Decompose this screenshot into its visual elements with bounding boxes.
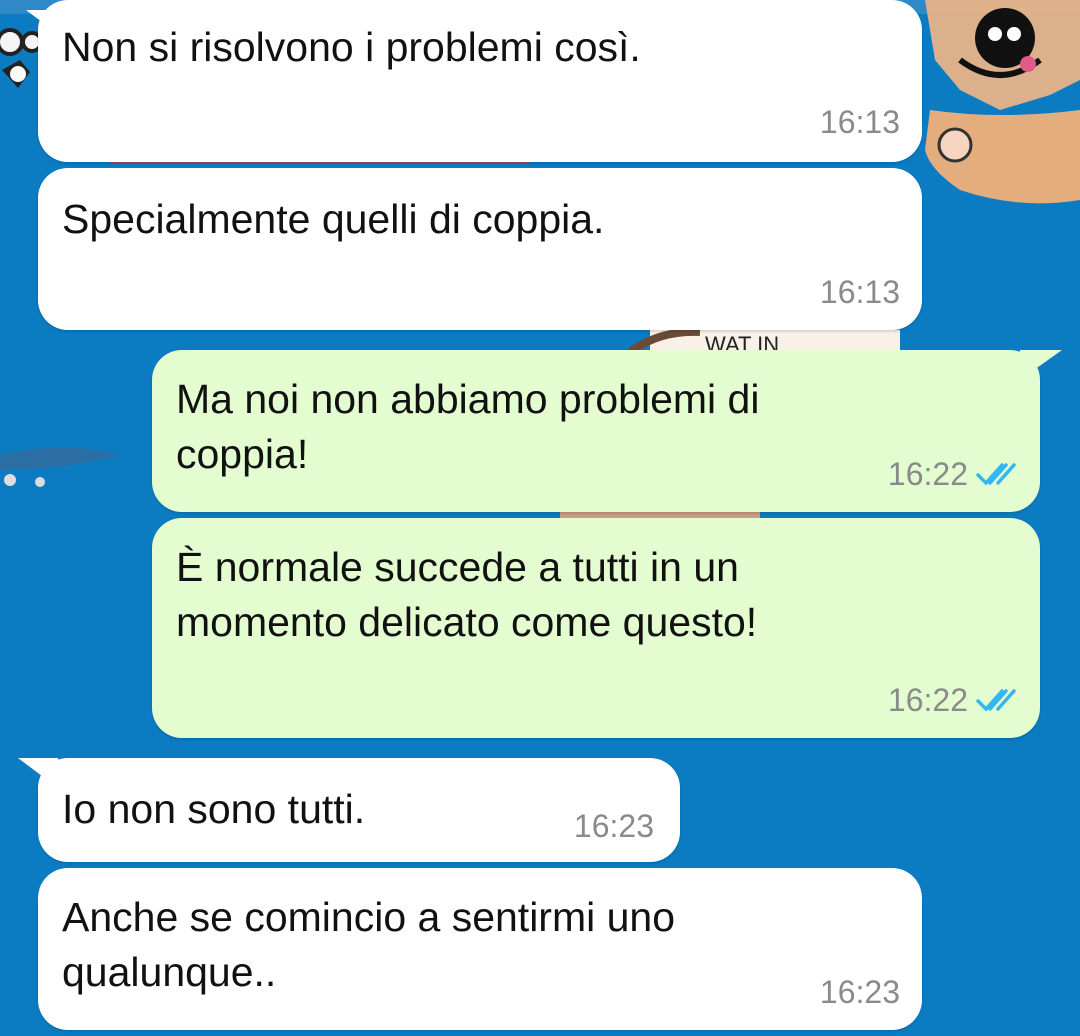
message-bubble-incoming[interactable]: Specialmente quelli di coppia. 16:13 <box>38 168 922 330</box>
message-time: 16:13 <box>819 274 900 310</box>
message-text: Io non sono tutti. <box>62 786 366 832</box>
message-time: 16:23 <box>819 974 900 1010</box>
message-bubble-incoming[interactable]: Io non sono tutti. 16:23 <box>38 758 680 862</box>
message-bubble-incoming[interactable]: Anche se comincio a sentirmi uno qualunq… <box>38 868 922 1030</box>
double-check-icon <box>976 689 1016 712</box>
message-time: 16:22 <box>887 682 968 718</box>
message-text: È normale succede a tutti in un momento … <box>176 544 758 645</box>
message-text: Non si risolvono i problemi così. <box>62 24 641 70</box>
message-text: Specialmente quelli di coppia. <box>62 196 605 242</box>
message-time: 16:23 <box>573 808 654 844</box>
message-bubble-outgoing[interactable]: Ma noi non abbiamo problemi di coppia! 1… <box>152 350 1040 512</box>
message-time: 16:22 <box>887 456 968 492</box>
message-time: 16:13 <box>819 104 900 140</box>
message-text: Ma noi non abbiamo problemi di coppia! <box>176 376 760 477</box>
message-bubble-incoming[interactable]: Non si risolvono i problemi così. 16:13 <box>38 0 922 162</box>
double-check-icon <box>976 463 1016 486</box>
message-bubble-outgoing[interactable]: È normale succede a tutti in un momento … <box>152 518 1040 738</box>
message-text: Anche se comincio a sentirmi uno qualunq… <box>62 894 676 995</box>
